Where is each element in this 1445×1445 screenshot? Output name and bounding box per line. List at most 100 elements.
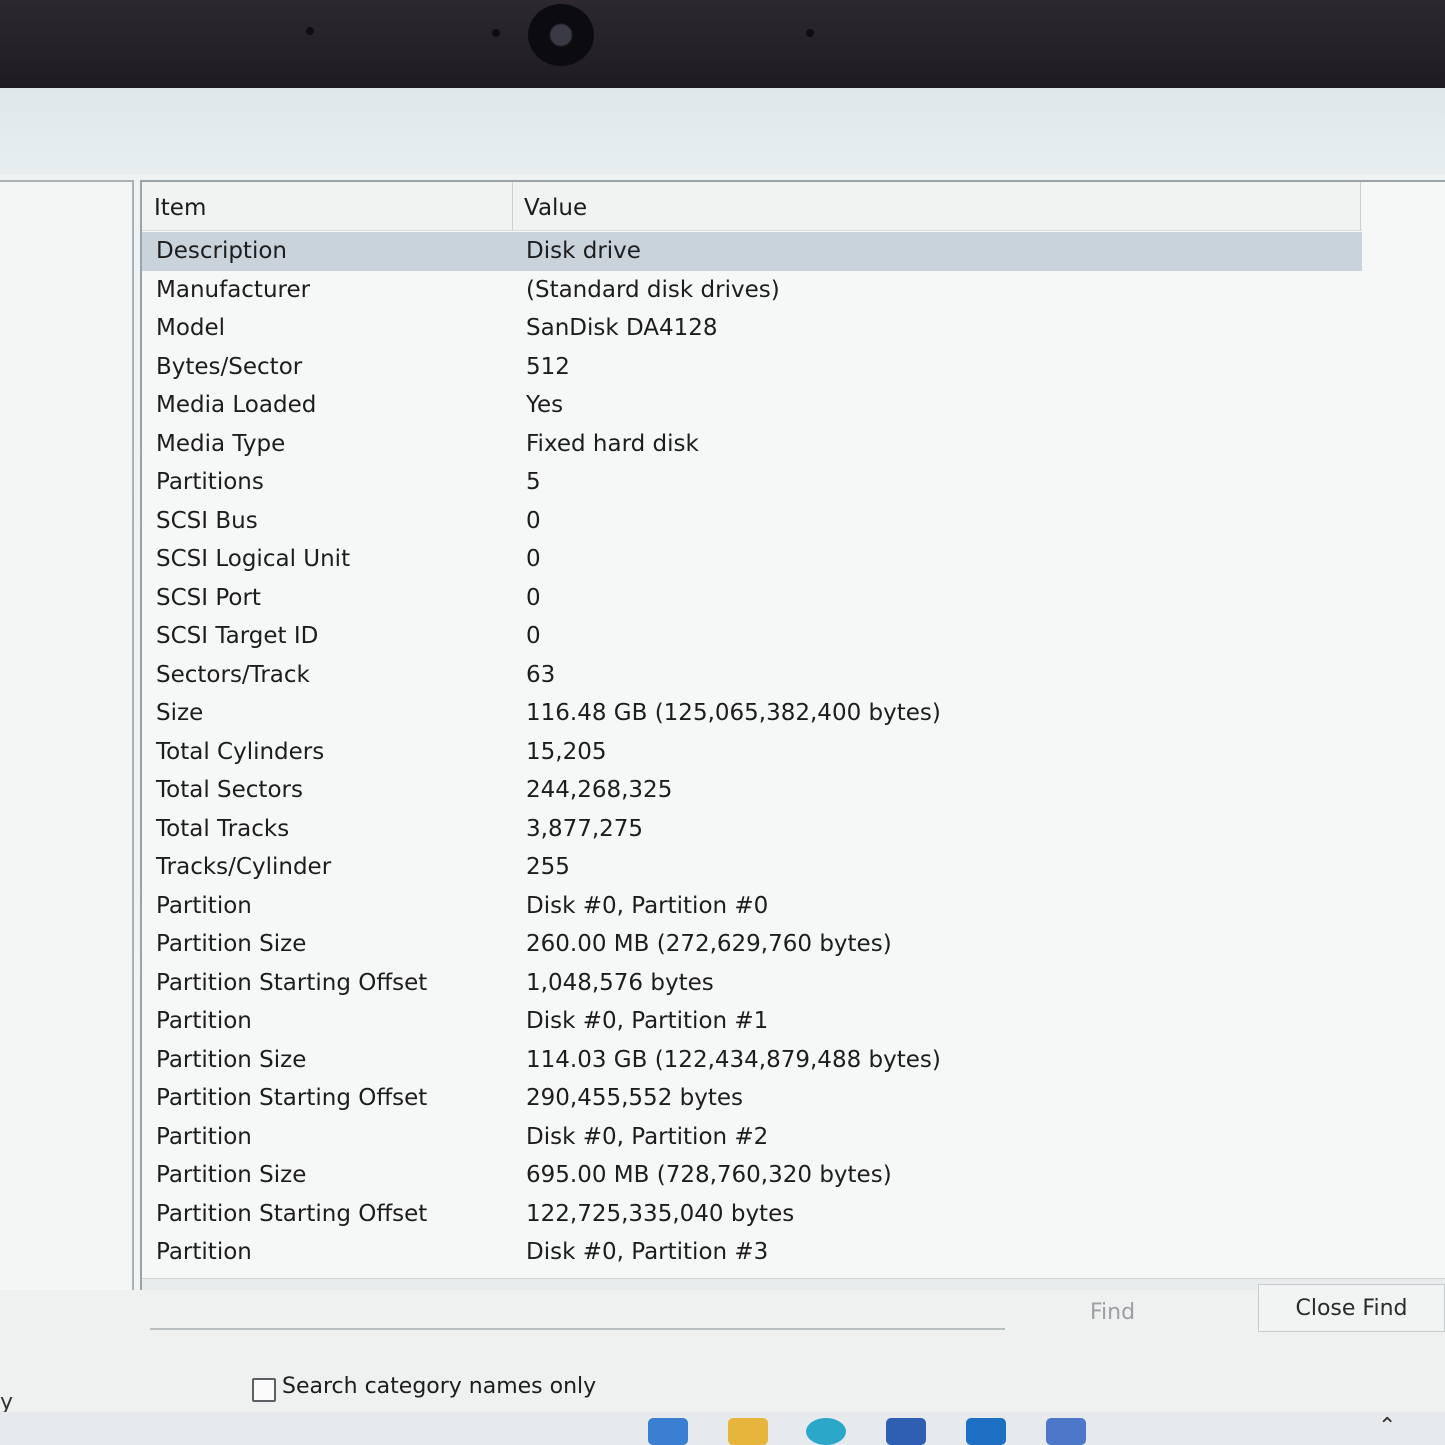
table-row[interactable]: Partition Size 695.00 MB (728,760,320 byt… — [142, 1156, 1362, 1195]
find-what-input[interactable] — [150, 1328, 1005, 1330]
table-row[interactable]: Partition Starting Offset 1,048,576 bytes — [142, 964, 1362, 1003]
row-value-cell: 1,048,576 bytes — [526, 969, 714, 996]
row-item-cell: Partition — [156, 1008, 252, 1034]
row-value-cell: (Standard disk drives) — [526, 276, 780, 303]
file-explorer-icon[interactable] — [728, 1418, 768, 1445]
row-value-cell: 290,455,552 bytes — [526, 1085, 743, 1111]
table-row[interactable]: Partition Disk #0, Partition #0 — [142, 887, 1362, 926]
table-row[interactable]: Total Cylinders 15,205 — [142, 733, 1362, 772]
row-value-cell: 244,268,325 — [526, 777, 673, 803]
table-row[interactable]: Manufacturer (Standard disk drives) — [142, 271, 1362, 310]
row-value-cell: 114.03 GB (122,434,879,488 bytes) — [526, 1046, 941, 1073]
column-header-item[interactable]: Item — [154, 195, 206, 221]
row-item-cell: Partition — [156, 892, 252, 919]
row-value-cell: 122,725,335,040 bytes — [526, 1200, 795, 1227]
table-row[interactable]: Partition Size 260.00 MB (272,629,760 byt… — [142, 925, 1362, 964]
details-list[interactable]: Item Value Description Disk drive Manufact… — [140, 180, 1445, 1292]
row-item-cell: SCSI Bus — [156, 507, 258, 534]
column-divider[interactable] — [1360, 182, 1361, 230]
column-header-value[interactable]: Value — [524, 195, 587, 221]
row-item-cell: Partition Size — [156, 1162, 307, 1188]
row-value-cell: 15,205 — [526, 738, 607, 765]
webcam-icon — [528, 4, 594, 66]
table-row[interactable]: Description Disk drive — [142, 232, 1362, 271]
row-value-cell: 255 — [526, 854, 570, 880]
row-value-cell: 512 — [526, 353, 570, 380]
row-item-cell: Partition — [156, 1239, 252, 1265]
row-item-cell: Partition Starting Offset — [156, 1200, 428, 1227]
outlook-icon[interactable] — [966, 1418, 1006, 1445]
row-value-cell: Disk #0, Partition #1 — [526, 1008, 769, 1034]
row-value-cell: SanDisk DA4128 — [526, 315, 718, 341]
screen: Item Value Description Disk drive Manufact… — [0, 88, 1445, 1445]
table-row[interactable]: SCSI Bus 0 — [142, 502, 1362, 541]
table-row[interactable]: Partition Disk #0, Partition #2 — [142, 1118, 1362, 1157]
row-value-cell: 695.00 MB (728,760,320 bytes) — [526, 1162, 892, 1188]
category-tree-pane[interactable] — [0, 180, 134, 1300]
row-item-cell: Partition Starting Offset — [156, 969, 428, 996]
table-row[interactable]: Size 116.48 GB (125,065,382,400 bytes) — [142, 694, 1362, 733]
table-row[interactable]: Partition Starting Offset 122,725,335,040… — [142, 1195, 1362, 1234]
table-row[interactable]: Media Loaded Yes — [142, 386, 1362, 425]
widgets-icon[interactable] — [648, 1418, 688, 1445]
table-row[interactable]: Bytes/Sector 512 — [142, 348, 1362, 387]
row-value-cell: Yes — [526, 392, 564, 418]
table-row[interactable]: Partition Starting Offset 290,455,552 byt… — [142, 1079, 1362, 1118]
row-item-cell: Size — [156, 700, 204, 726]
find-button[interactable]: Find — [1090, 1290, 1170, 1334]
table-row[interactable]: Partition Disk #0, Partition #3 — [142, 1233, 1362, 1272]
column-divider[interactable] — [512, 182, 513, 230]
row-item-cell: Manufacturer — [156, 276, 311, 303]
window-top-area — [0, 88, 1445, 174]
row-item-cell: Sectors/Track — [156, 661, 310, 688]
table-row[interactable]: Partition Size 114.03 GB (122,434,879,488… — [142, 1041, 1362, 1080]
sensor-dot — [806, 29, 814, 37]
row-item-cell: Tracks/Cylinder — [156, 854, 332, 880]
sensor-dot — [492, 29, 500, 37]
search-category-names-only-label[interactable]: Search category names only — [282, 1374, 596, 1399]
row-item-cell: Partition Starting Offset — [156, 1085, 428, 1111]
laptop-bezel — [0, 0, 1445, 88]
table-row[interactable]: Partitions 5 — [142, 463, 1362, 502]
table-row[interactable]: Partition Disk #0, Partition #1 — [142, 1002, 1362, 1041]
row-value-cell: 260.00 MB (272,629,760 bytes) — [526, 931, 892, 957]
row-value-cell: 116.48 GB (125,065,382,400 bytes) — [526, 700, 941, 726]
table-row[interactable]: SCSI Logical Unit 0 — [142, 540, 1362, 579]
table-row[interactable]: Total Sectors 244,268,325 — [142, 771, 1362, 810]
table-row[interactable]: Media Type Fixed hard disk — [142, 425, 1362, 464]
row-value-cell: Disk #0, Partition #3 — [526, 1239, 769, 1265]
table-row[interactable]: SCSI Target ID 0 — [142, 617, 1362, 656]
close-find-button[interactable]: Close Find — [1258, 1284, 1445, 1332]
row-value-cell: 0 — [526, 507, 541, 534]
table-row[interactable]: Total Tracks 3,877,275 — [142, 810, 1362, 849]
row-value-cell: 63 — [526, 661, 556, 688]
system-information-icon[interactable] — [1046, 1418, 1086, 1445]
row-item-cell: Media Type — [156, 430, 286, 457]
row-value-cell: Fixed hard disk — [526, 430, 699, 457]
row-item-cell: Partition Size — [156, 1046, 307, 1073]
row-item-cell: SCSI Target ID — [156, 623, 319, 649]
row-value-cell: 0 — [526, 546, 541, 572]
taskbar: ⌃ — [0, 1412, 1445, 1445]
row-item-cell: Model — [156, 315, 226, 341]
row-item-cell: Media Loaded — [156, 392, 317, 418]
table-row[interactable]: Tracks/Cylinder 255 — [142, 848, 1362, 887]
search-category-names-only-checkbox[interactable] — [252, 1378, 276, 1402]
row-item-cell: Bytes/Sector — [156, 353, 303, 380]
table-row[interactable]: Sectors/Track 63 — [142, 656, 1362, 695]
chevron-up-icon[interactable]: ⌃ — [1378, 1414, 1396, 1439]
table-row[interactable]: SCSI Port 0 — [142, 579, 1362, 618]
row-item-cell: Partition Size — [156, 931, 307, 957]
store-icon[interactable] — [886, 1418, 926, 1445]
row-item-cell: SCSI Port — [156, 584, 261, 611]
row-value-cell: 0 — [526, 623, 541, 649]
row-value-cell: Disk #0, Partition #0 — [526, 892, 769, 919]
row-value-cell: 5 — [526, 469, 541, 495]
row-item-cell: Partition — [156, 1123, 252, 1150]
sensor-dot — [306, 27, 314, 35]
row-item-cell: Total Tracks — [156, 815, 290, 842]
row-item-cell: SCSI Logical Unit — [156, 546, 351, 572]
table-row[interactable]: Model SanDisk DA4128 — [142, 309, 1362, 348]
row-item-cell: Description — [156, 238, 287, 264]
edge-browser-icon[interactable] — [806, 1418, 846, 1445]
